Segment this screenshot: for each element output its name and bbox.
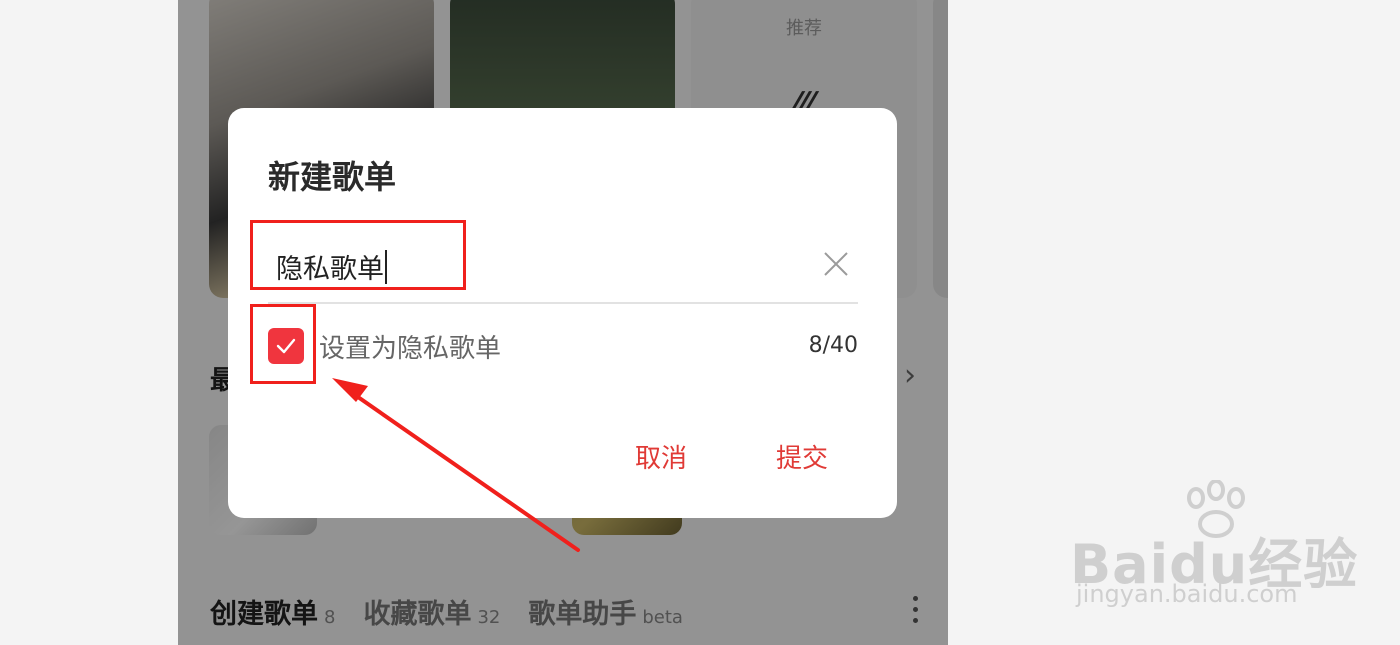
- char-count: 8/40: [808, 333, 858, 358]
- submit-button[interactable]: 提交: [776, 438, 828, 475]
- input-underline: [268, 302, 858, 304]
- annotation-highlight-input: [250, 220, 466, 290]
- new-playlist-dialog: 新建歌单 设置为隐私歌单 8/40 取消 提交: [228, 108, 897, 518]
- watermark: Baidu经验 jingyan.baidu.com: [1070, 480, 1360, 620]
- close-icon[interactable]: [822, 250, 850, 278]
- cancel-button[interactable]: 取消: [635, 438, 687, 475]
- annotation-highlight-checkbox: [250, 304, 316, 384]
- dialog-title: 新建歌单: [268, 158, 397, 196]
- watermark-url: jingyan.baidu.com: [1076, 580, 1298, 608]
- private-label: 设置为隐私歌单: [319, 334, 502, 364]
